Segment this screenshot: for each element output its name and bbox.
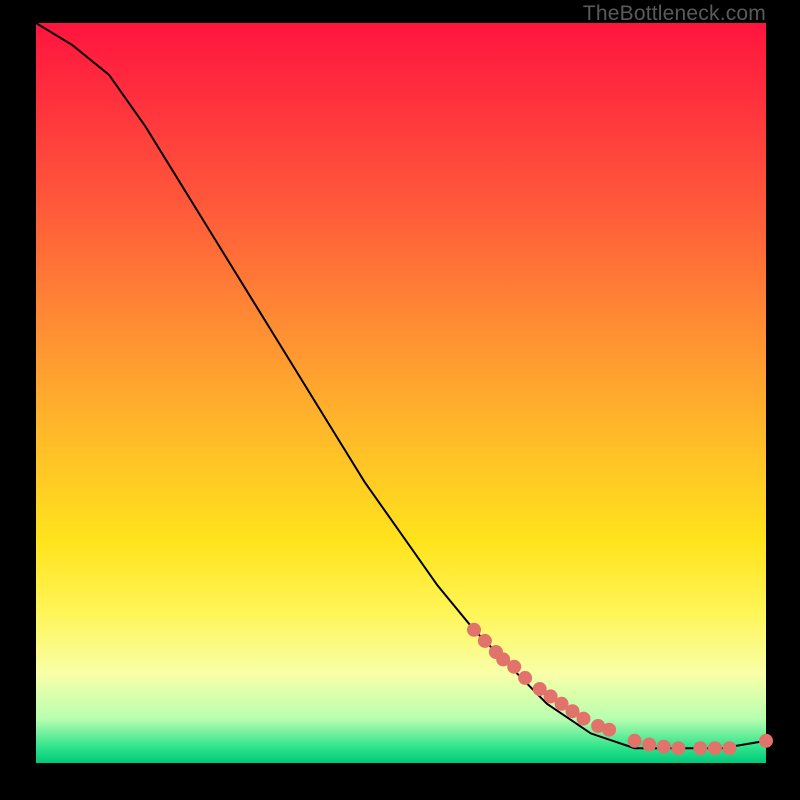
data-point: [708, 741, 722, 755]
data-point: [657, 740, 671, 754]
data-point: [467, 623, 481, 637]
data-point: [628, 734, 642, 748]
data-point: [642, 738, 656, 752]
data-points: [467, 623, 773, 755]
data-point: [723, 741, 737, 755]
data-point: [577, 712, 591, 726]
data-point: [518, 671, 532, 685]
chart-svg: [36, 23, 766, 763]
data-point: [507, 660, 521, 674]
data-point: [693, 741, 707, 755]
data-point: [671, 741, 685, 755]
data-point: [759, 734, 773, 748]
plot-area: [36, 23, 766, 763]
data-point: [602, 723, 616, 737]
curve-line: [36, 23, 766, 748]
chart-frame: TheBottleneck.com: [0, 0, 800, 800]
data-point: [478, 634, 492, 648]
